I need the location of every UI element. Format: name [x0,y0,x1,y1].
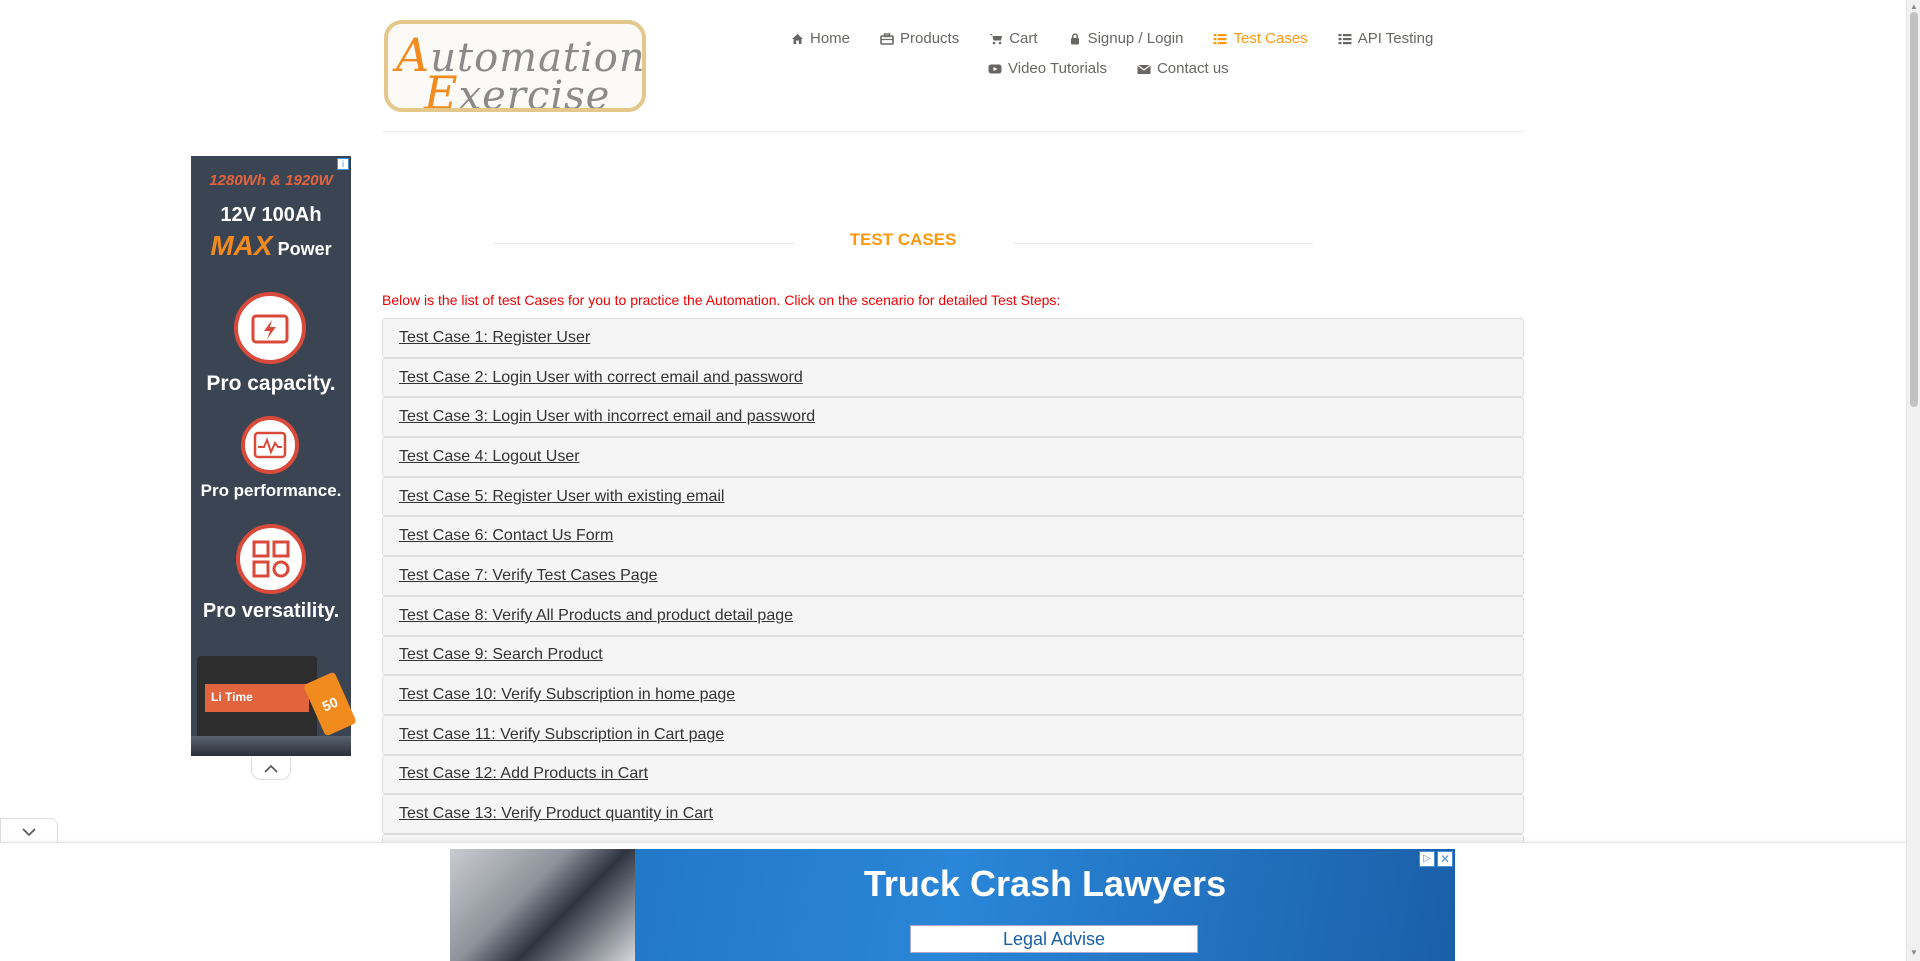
ad-floor-reflection [191,736,351,756]
test-case-link[interactable]: Test Case 6: Contact Us Form [399,527,613,545]
nav-contact-us-label: Contact us [1156,60,1229,77]
test-case-row: Test Case 3: Login User with incorrect e… [382,397,1524,438]
nav-home[interactable]: Home [790,30,850,47]
lightning-battery-icon [234,292,306,364]
logo-cap-e: E [424,66,459,112]
test-case-link[interactable]: Test Case 7: Verify Test Cases Page [399,567,658,585]
test-case-link[interactable]: Test Case 12: Add Products in Cart [399,765,648,783]
test-case-row: Test Case 9: Search Product [382,635,1524,676]
cart-icon [989,33,1003,45]
bottom-ad-headline: Truck Crash Lawyers [863,863,1227,904]
versatility-grid-icon [236,524,306,594]
list-icon [1213,33,1227,45]
ad-pro-capacity: Pro capacity. [206,372,336,395]
test-case-list: Test Case 1: Register User Test Case 2: … [382,318,1524,874]
nav-products-label: Products [900,30,960,47]
site-header: Automation Exercise Home Products Cart S… [382,0,1524,132]
title-divider-right [1013,243,1313,244]
logo-line2: Exercise [424,66,611,112]
test-case-link[interactable]: Test Case 5: Register User with existing… [399,488,724,506]
ad-pro-versatility: Pro versatility. [202,600,340,622]
home-icon [790,33,804,45]
test-case-link[interactable]: Test Case 9: Search Product [399,646,603,664]
test-case-row: Test Case 1: Register User [382,318,1524,358]
test-case-row: Test Case 10: Verify Subscription in hom… [382,675,1524,715]
site-logo[interactable]: Automation Exercise [384,20,646,112]
nav-contact-us[interactable]: Contact us [1137,60,1229,77]
test-case-link[interactable]: Test Case 8: Verify All Products and pro… [399,607,793,625]
ad-max-text: MAX [210,230,273,261]
test-case-row: Test Case 4: Logout User [382,437,1524,477]
lock-icon [1068,32,1082,45]
test-case-row: Test Case 2: Login User with correct ema… [382,357,1524,398]
logo-rest2: xercise [458,73,611,112]
youtube-icon [988,63,1002,75]
test-case-link[interactable]: Test Case 2: Login User with correct ema… [399,369,803,387]
test-case-row: Test Case 13: Verify Product quantity in… [382,794,1524,834]
nav-api-testing-label: API Testing [1357,30,1434,47]
nav-test-cases-label: Test Cases [1233,30,1308,47]
test-case-row: Test Case 12: Add Products in Cart [382,754,1524,795]
adchoices-icon[interactable]: ▷ [1419,851,1435,867]
ad-capacity-line: 12V 100Ah [220,204,322,226]
page-title: TEST CASES [849,230,957,249]
test-case-link[interactable]: Test Case 3: Login User with incorrect e… [399,408,815,426]
nav-products[interactable]: Products [880,30,959,47]
chevron-up-icon [264,764,278,773]
nav-cart[interactable]: Cart [989,30,1038,47]
ad-photo [450,849,635,961]
nav-home-label: Home [810,30,851,47]
test-case-link[interactable]: Test Case 13: Verify Product quantity in… [399,805,713,823]
nav-row-2: Video Tutorials Contact us [988,60,1259,77]
bottom-ad-collapse-button[interactable] [0,818,58,844]
nav-video-tutorials-label: Video Tutorials [1008,60,1107,77]
intro-text: Below is the list of test Cases for you … [382,292,1061,308]
test-case-row: Test Case 6: Contact Us Form [382,516,1524,557]
nav-cart-label: Cart [1009,30,1038,47]
envelope-icon [1137,63,1151,75]
scroll-up-arrow-icon[interactable]: ▲ [1909,2,1919,12]
nav-signup-login[interactable]: Signup / Login [1068,30,1184,47]
side-ad-collapse-button[interactable] [251,758,291,780]
nav-row-1: Home Products Cart Signup / Login Test C… [790,30,1463,47]
test-case-link[interactable]: Test Case 10: Verify Subscription in hom… [399,686,735,704]
test-case-row: Test Case 7: Verify Test Cases Page [382,556,1524,596]
test-case-link[interactable]: Test Case 4: Logout User [399,448,580,466]
bottom-ad-cta-button[interactable]: Legal Advise [910,925,1198,953]
nav-api-testing[interactable]: API Testing [1338,30,1434,47]
test-case-link[interactable]: Test Case 11: Verify Subscription in Car… [399,726,724,744]
performance-chart-icon [241,416,299,474]
page-scrollbar[interactable]: ▲ ▼ [1906,0,1920,961]
close-icon[interactable]: ✕ [1437,851,1453,867]
test-case-row: Test Case 8: Verify All Products and pro… [382,595,1524,636]
nav-signup-login-label: Signup / Login [1087,30,1184,47]
scroll-thumb[interactable] [1910,12,1918,407]
battery-image: Li Time [197,656,317,746]
ad-spec-line: 1280Wh & 1920W [209,172,333,189]
bottom-advertisement[interactable]: Truck Crash Lawyers Legal Advise ▷ ✕ [450,849,1455,961]
list-icon [1338,33,1352,45]
test-case-link[interactable]: Test Case 1: Register User [399,329,590,347]
ad-pro-performance: Pro performance. [200,481,342,500]
nav-test-cases[interactable]: Test Cases [1213,30,1308,47]
test-case-row: Test Case 11: Verify Subscription in Car… [382,714,1524,755]
ad-power-text: Power [277,239,332,259]
ad-info-icon[interactable]: i [337,158,349,170]
chevron-down-icon [22,827,36,836]
side-advertisement[interactable]: i 1280Wh & 1920W 12V 100Ah MAX Power Pro… [191,156,357,756]
battery-brand: Li Time [211,690,253,704]
products-icon [880,32,894,45]
nav-video-tutorials[interactable]: Video Tutorials [988,60,1107,77]
test-case-row: Test Case 5: Register User with existing… [382,476,1524,517]
ad-max-power-line: MAX Power [191,230,351,262]
scroll-down-arrow-icon[interactable]: ▼ [1909,948,1919,958]
title-divider-left [494,243,794,244]
